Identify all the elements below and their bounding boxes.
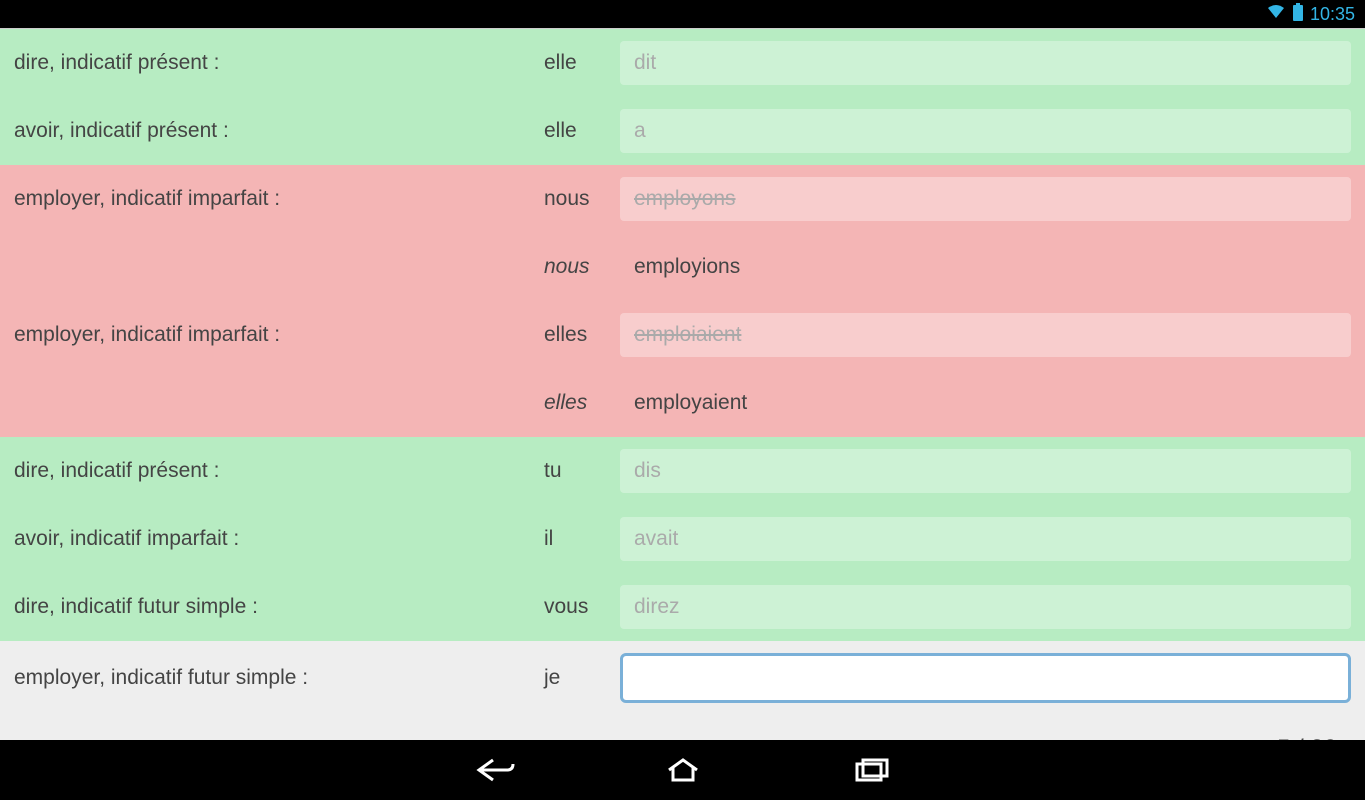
exercise-row: nousemployions (0, 233, 1365, 301)
prompt-text: employer, indicatif futur simple : (14, 666, 544, 690)
prompt-text: dire, indicatif futur simple : (14, 595, 544, 619)
pronoun-text: elle (544, 119, 614, 143)
exercise-row: ellesemployaient (0, 369, 1365, 437)
pronoun-text: elles (544, 391, 614, 415)
recent-apps-button[interactable] (847, 746, 895, 794)
exercise-row: avoir, indicatif imparfait :ilavait (0, 505, 1365, 573)
prompt-text: dire, indicatif présent : (14, 459, 544, 483)
exercise-row: employer, indicatif imparfait :ellesempl… (0, 301, 1365, 369)
wifi-icon (1266, 4, 1286, 25)
prompt-text: avoir, indicatif imparfait : (14, 527, 544, 551)
exercise-row: avoir, indicatif présent :ellea (0, 97, 1365, 165)
prompt-text: employer, indicatif imparfait : (14, 323, 544, 347)
exercise-row: dire, indicatif présent :tudis (0, 437, 1365, 505)
pronoun-text: tu (544, 459, 614, 483)
battery-icon (1292, 3, 1304, 26)
answer-box: emploiaient (620, 313, 1351, 357)
exercise-row: dire, indicatif présent :elledit (0, 29, 1365, 97)
prompt-text: employer, indicatif imparfait : (14, 187, 544, 211)
pronoun-text: elles (544, 323, 614, 347)
pronoun-text: vous (544, 595, 614, 619)
answer-box: avait (620, 517, 1351, 561)
answer-box: a (620, 109, 1351, 153)
pronoun-text: il (544, 527, 614, 551)
pronoun-text: nous (544, 187, 614, 211)
pronoun-text: nous (544, 255, 614, 279)
nav-bar (0, 740, 1365, 800)
answer-input[interactable] (620, 653, 1351, 703)
prompt-text: avoir, indicatif présent : (14, 119, 544, 143)
correction-text: employaient (620, 381, 1351, 425)
exercise-row: employer, indicatif imparfait :nousemplo… (0, 165, 1365, 233)
pronoun-text: je (544, 666, 614, 690)
answer-box: dis (620, 449, 1351, 493)
exercise-row: employer, indicatif futur simple :je (0, 641, 1365, 715)
status-bar: 10:35 (0, 0, 1365, 28)
status-time: 10:35 (1310, 4, 1355, 25)
exercise-row: dire, indicatif futur simple :vousdirez (0, 573, 1365, 641)
content-area: dire, indicatif présent :elleditavoir, i… (0, 28, 1365, 740)
back-button[interactable] (471, 746, 519, 794)
exercise-rows: dire, indicatif présent :elleditavoir, i… (0, 29, 1365, 715)
answer-box: dit (620, 41, 1351, 85)
correction-text: employions (620, 245, 1351, 289)
prompt-text: dire, indicatif présent : (14, 51, 544, 75)
home-button[interactable] (659, 746, 707, 794)
answer-box: direz (620, 585, 1351, 629)
answer-box: employons (620, 177, 1351, 221)
pronoun-text: elle (544, 51, 614, 75)
